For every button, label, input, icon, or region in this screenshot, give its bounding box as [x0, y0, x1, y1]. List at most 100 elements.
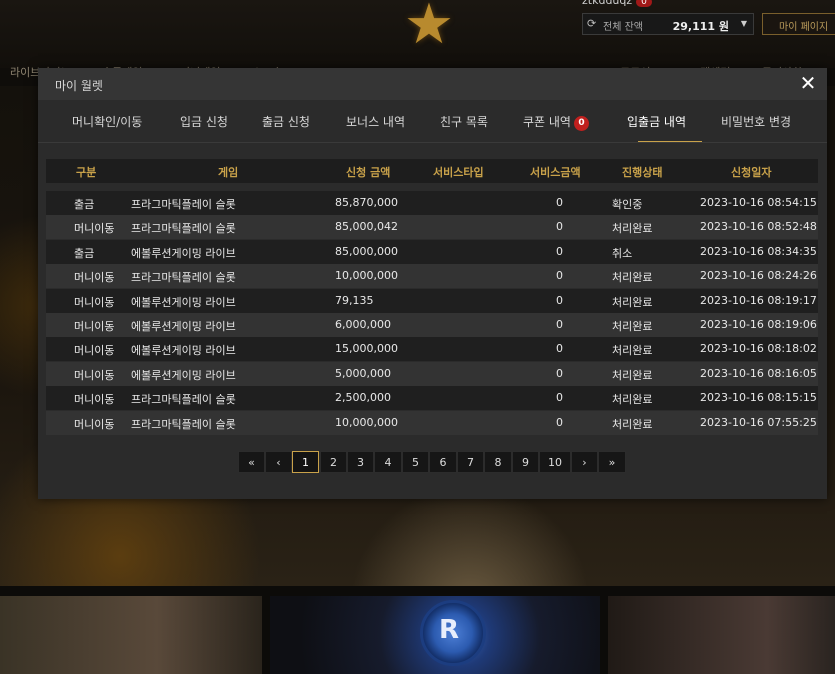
column-header-service-amount: 서비스금액 — [530, 166, 581, 179]
table-header: 구분 게임 신청 금액 서비스타입 서비스금액 진행상태 신청일자 — [46, 159, 818, 183]
cell-amount: 10,000,000 — [335, 415, 398, 429]
table-row: 머니이동 프라그마틱플레이 슬롯 85,000,042 0 처리완료 2023-10-16… — [46, 215, 818, 240]
cell-type: 출금 — [74, 246, 95, 260]
tab-money-transfer[interactable]: 머니확인/이동 — [72, 113, 142, 130]
cell-amount: 10,000,000 — [335, 269, 398, 283]
cell-date: 2023-10-16 08:34:35 — [700, 244, 817, 258]
poker-chip-icon: R — [420, 600, 486, 666]
page-button-7[interactable]: 7 — [457, 451, 484, 473]
mypage-button[interactable]: 마이 페이지 — [762, 13, 835, 35]
cell-game: 프라그마틱플레이 슬롯 — [131, 417, 236, 431]
table-row: 머니이동 에볼루션게이밍 라이브 15,000,000 0 처리완료 2023-10-16… — [46, 337, 818, 362]
tab-bonus-history[interactable]: 보너스 내역 — [346, 113, 405, 130]
cell-service-amount: 0 — [556, 391, 563, 405]
cell-service-amount: 0 — [556, 196, 563, 209]
cell-service-amount: 0 — [556, 220, 563, 234]
page-button-8[interactable]: 8 — [484, 451, 512, 473]
table-row: 머니이동 에볼루션게이밍 라이브 6,000,000 0 처리완료 2023-10-16 … — [46, 313, 818, 337]
tab-withdraw-request[interactable]: 출금 신청 — [262, 113, 310, 130]
cell-status: 처리완료 — [612, 393, 653, 407]
user-id-text: ztkdduqz — [582, 0, 633, 7]
page-button-2[interactable]: 2 — [320, 451, 347, 473]
cell-date: 2023-10-16 08:19:06 — [700, 318, 817, 331]
first-page-button[interactable]: « — [238, 451, 265, 473]
cell-service-amount: 0 — [556, 244, 563, 258]
cell-date: 2023-10-16 08:15:15 — [700, 391, 817, 405]
tab-transaction-history[interactable]: 입출금 내역 — [627, 113, 686, 130]
balance-label: 전체 잔액 — [603, 22, 643, 33]
game-card-live-dealer[interactable] — [0, 596, 262, 674]
cell-status: 처리완료 — [612, 417, 653, 431]
wallet-modal: 마이 월렛 ✕ 머니확인/이동 입금 신청 출금 신청 보너스 내역 친구 목록… — [38, 68, 827, 499]
page-button-3[interactable]: 3 — [347, 451, 374, 473]
page-button-4[interactable]: 4 — [374, 451, 402, 473]
cell-status: 확인중 — [612, 198, 643, 211]
tab-deposit-request[interactable]: 입금 신청 — [180, 113, 228, 130]
cell-status: 처리완료 — [612, 222, 653, 236]
column-header-type: 구분 — [76, 166, 97, 179]
table-row: 머니이동 프라그마틱플레이 슬롯 10,000,000 0 처리완료 2023-10-16… — [46, 410, 818, 435]
balance-selector[interactable]: ⟳ 전체 잔액 29,111 원 ▼ — [582, 13, 754, 35]
table-row: 머니이동 에볼루션게이밍 라이브 79,135 0 처리완료 2023-10-16 08:… — [46, 288, 818, 313]
tab-coupon-history[interactable]: 쿠폰 내역 0 — [523, 113, 589, 131]
page-button-10[interactable]: 10 — [539, 451, 571, 473]
cell-game: 프라그마틱플레이 슬롯 — [131, 271, 236, 285]
wallet-tabs: 머니확인/이동 입금 신청 출금 신청 보너스 내역 친구 목록 쿠폰 내역 0 … — [55, 100, 816, 143]
cell-date: 2023-10-16 08:54:15 — [700, 196, 817, 209]
cell-amount: 6,000,000 — [335, 318, 391, 331]
close-icon[interactable]: ✕ — [797, 72, 819, 94]
cell-date: 2023-10-16 07:55:25 — [700, 415, 817, 429]
table-row: 출금 프라그마틱플레이 슬롯 85,870,000 0 확인중 2023-10-16 08… — [46, 191, 818, 215]
cell-date: 2023-10-16 08:16:05 — [700, 366, 817, 380]
cell-date: 2023-10-16 08:52:48 — [700, 220, 817, 234]
cell-type: 머니이동 — [74, 222, 115, 236]
chip-letter: R — [439, 615, 460, 645]
page-button-9[interactable]: 9 — [512, 451, 539, 473]
cell-service-amount: 0 — [556, 342, 563, 356]
column-header-amount: 신청 금액 — [346, 166, 391, 179]
coupon-count-badge: 0 — [573, 116, 589, 131]
page-button-1[interactable]: 1 — [292, 451, 319, 473]
cell-amount: 85,000,000 — [335, 244, 398, 258]
table-row: 머니이동 프라그마틱플레이 슬롯 2,500,000 0 처리완료 2023-10-16 … — [46, 386, 818, 411]
cell-type: 머니이동 — [74, 368, 115, 382]
table-row: 머니이동 에볼루션게이밍 라이브 5,000,000 0 처리완료 2023-10-16 … — [46, 361, 818, 386]
cell-amount: 79,135 — [335, 293, 374, 307]
star-logo-icon: ★ — [403, 0, 455, 57]
column-header-status: 진행상태 — [622, 166, 663, 179]
message-badge[interactable]: 0 — [636, 0, 652, 7]
tab-coupon-label: 쿠폰 내역 — [523, 115, 571, 129]
cell-status: 처리완료 — [612, 295, 653, 309]
cell-game: 프라그마틱플레이 슬롯 — [131, 198, 236, 211]
cell-game: 에볼루션게이밍 라이브 — [131, 320, 236, 333]
next-page-button[interactable]: › — [571, 451, 598, 473]
cell-service-amount: 0 — [556, 318, 563, 331]
cell-amount: 15,000,000 — [335, 342, 398, 356]
cell-service-amount: 0 — [556, 293, 563, 307]
page-button-5[interactable]: 5 — [402, 451, 429, 473]
cell-type: 머니이동 — [74, 344, 115, 358]
cell-amount: 85,000,042 — [335, 220, 398, 234]
tab-friend-list[interactable]: 친구 목록 — [440, 113, 488, 130]
last-page-button[interactable]: » — [598, 451, 626, 473]
cell-type: 머니이동 — [74, 393, 115, 407]
refresh-icon[interactable]: ⟳ — [587, 17, 596, 30]
cell-type: 머니이동 — [74, 271, 115, 285]
cell-status: 처리완료 — [612, 271, 653, 285]
game-card-cards[interactable] — [608, 596, 835, 674]
modal-header: 마이 월렛 ✕ — [38, 68, 827, 100]
tab-change-password[interactable]: 비밀번호 변경 — [721, 113, 791, 130]
prev-page-button[interactable]: ‹ — [265, 451, 292, 473]
modal-title: 마이 월렛 — [55, 79, 103, 93]
cell-game: 프라그마틱플레이 슬롯 — [131, 393, 236, 407]
cell-type: 출금 — [74, 198, 95, 211]
cell-amount: 2,500,000 — [335, 391, 391, 405]
cell-amount: 5,000,000 — [335, 366, 391, 380]
cell-game: 에볼루션게이밍 라이브 — [131, 368, 236, 382]
cell-status: 취소 — [612, 246, 633, 260]
cell-service-amount: 0 — [556, 366, 563, 380]
page-button-6[interactable]: 6 — [429, 451, 457, 473]
table-row: 머니이동 프라그마틱플레이 슬롯 10,000,000 0 처리완료 2023-10-16… — [46, 264, 818, 289]
column-header-game: 게임 — [218, 166, 239, 179]
chevron-down-icon: ▼ — [740, 19, 747, 28]
